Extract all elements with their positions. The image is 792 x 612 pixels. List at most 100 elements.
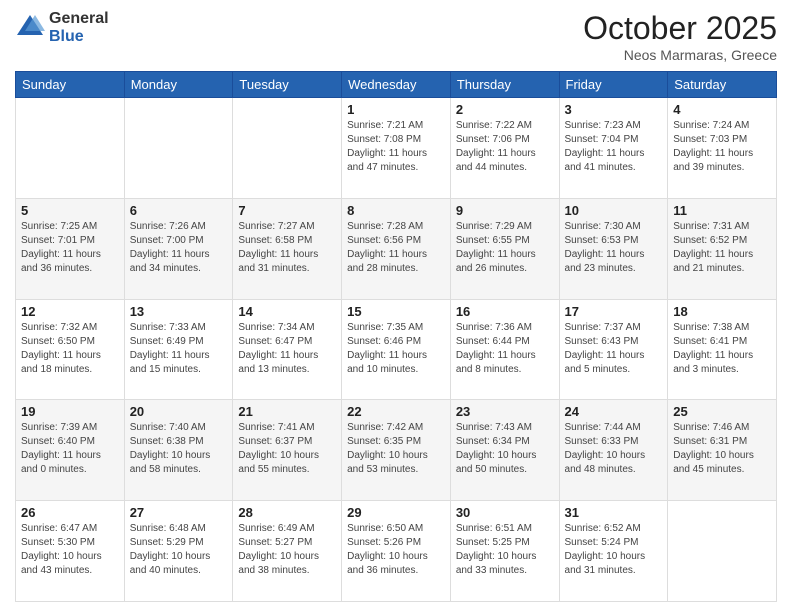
logo: General Blue — [15, 10, 109, 45]
title-area: October 2025 Neos Marmaras, Greece — [583, 10, 777, 63]
day-info: Sunrise: 7:41 AM Sunset: 6:37 PM Dayligh… — [238, 421, 336, 477]
calendar: Sunday Monday Tuesday Wednesday Thursday… — [15, 71, 777, 602]
day-number: 14 — [238, 304, 336, 319]
calendar-cell: 20Sunrise: 7:40 AM Sunset: 6:38 PM Dayli… — [124, 400, 233, 501]
day-info: Sunrise: 7:31 AM Sunset: 6:52 PM Dayligh… — [673, 220, 771, 276]
calendar-cell: 29 Sunrise: 6:50 AM Sunset: 5:26 PM Dayli… — [342, 501, 451, 602]
day-info: Sunrise: 7:39 AM Sunset: 6:40 PM Dayligh… — [21, 421, 119, 477]
calendar-cell: 4Sunrise: 7:24 AM Sunset: 7:03 PM Daylig… — [668, 98, 777, 199]
calendar-cell: 1 Sunrise: 7:21 AM Sunset: 7:08 PM Daylig… — [342, 98, 451, 199]
day-number: 5 — [21, 203, 119, 218]
calendar-cell: 19Sunrise: 7:39 AM Sunset: 6:40 PM Dayli… — [16, 400, 125, 501]
day-number: 2 — [456, 102, 554, 117]
calendar-cell: 18Sunrise: 7:38 AM Sunset: 6:41 PM Dayli… — [668, 299, 777, 400]
calendar-cell: 23 Sunrise: 7:43 AM Sunset: 6:34 PM Dayli… — [450, 400, 559, 501]
calendar-cell: 15 Sunrise: 7:35 AM Sunset: 6:46 PM Dayli… — [342, 299, 451, 400]
day-info: Sunrise: 7:44 AM Sunset: 6:33 PM Dayligh… — [565, 421, 663, 477]
day-info: Sunrise: 7:25 AM Sunset: 7:01 PM Dayligh… — [21, 220, 119, 276]
day-number: 1 — [347, 102, 445, 117]
calendar-cell: 10 Sunrise: 7:30 AM Sunset: 6:53 PM Dayli… — [559, 198, 668, 299]
day-number: 31 — [565, 505, 663, 520]
logo-blue: Blue — [49, 28, 109, 46]
calendar-cell: 13 Sunrise: 7:33 AM Sunset: 6:49 PM Dayli… — [124, 299, 233, 400]
day-number: 9 — [456, 203, 554, 218]
day-info: Sunrise: 6:52 AM Sunset: 5:24 PM Dayligh… — [565, 522, 663, 578]
calendar-cell — [668, 501, 777, 602]
day-number: 6 — [130, 203, 228, 218]
calendar-week-3: 12Sunrise: 7:32 AM Sunset: 6:50 PM Dayli… — [16, 299, 777, 400]
day-number: 24 — [565, 404, 663, 419]
day-number: 25 — [673, 404, 771, 419]
calendar-cell — [124, 98, 233, 199]
day-number: 29 — [347, 505, 445, 520]
col-friday: Friday — [559, 72, 668, 98]
calendar-cell — [16, 98, 125, 199]
location: Neos Marmaras, Greece — [583, 47, 777, 63]
day-number: 7 — [238, 203, 336, 218]
month-title: October 2025 — [583, 10, 777, 47]
calendar-cell: 5 Sunrise: 7:25 AM Sunset: 7:01 PM Daylig… — [16, 198, 125, 299]
day-number: 27 — [130, 505, 228, 520]
day-info: Sunrise: 7:21 AM Sunset: 7:08 PM Dayligh… — [347, 119, 445, 175]
day-number: 15 — [347, 304, 445, 319]
logo-icon — [15, 13, 45, 43]
calendar-cell — [233, 98, 342, 199]
calendar-cell: 8 Sunrise: 7:28 AM Sunset: 6:56 PM Daylig… — [342, 198, 451, 299]
day-number: 17 — [565, 304, 663, 319]
calendar-cell: 30Sunrise: 6:51 AM Sunset: 5:25 PM Dayli… — [450, 501, 559, 602]
calendar-cell: 28 Sunrise: 6:49 AM Sunset: 5:27 PM Dayli… — [233, 501, 342, 602]
calendar-cell: 27 Sunrise: 6:48 AM Sunset: 5:29 PM Dayli… — [124, 501, 233, 602]
day-info: Sunrise: 6:47 AM Sunset: 5:30 PM Dayligh… — [21, 522, 119, 578]
day-info: Sunrise: 7:33 AM Sunset: 6:49 PM Dayligh… — [130, 321, 228, 377]
page: General Blue October 2025 Neos Marmaras,… — [0, 0, 792, 612]
col-monday: Monday — [124, 72, 233, 98]
day-info: Sunrise: 7:27 AM Sunset: 6:58 PM Dayligh… — [238, 220, 336, 276]
day-info: Sunrise: 7:28 AM Sunset: 6:56 PM Dayligh… — [347, 220, 445, 276]
day-info: Sunrise: 7:34 AM Sunset: 6:47 PM Dayligh… — [238, 321, 336, 377]
calendar-cell: 6Sunrise: 7:26 AM Sunset: 7:00 PM Daylig… — [124, 198, 233, 299]
calendar-body: 1 Sunrise: 7:21 AM Sunset: 7:08 PM Daylig… — [16, 98, 777, 602]
calendar-cell: 21Sunrise: 7:41 AM Sunset: 6:37 PM Dayli… — [233, 400, 342, 501]
day-info: Sunrise: 7:30 AM Sunset: 6:53 PM Dayligh… — [565, 220, 663, 276]
day-number: 8 — [347, 203, 445, 218]
calendar-cell: 31 Sunrise: 6:52 AM Sunset: 5:24 PM Dayli… — [559, 501, 668, 602]
day-number: 28 — [238, 505, 336, 520]
day-number: 20 — [130, 404, 228, 419]
day-number: 10 — [565, 203, 663, 218]
day-info: Sunrise: 7:35 AM Sunset: 6:46 PM Dayligh… — [347, 321, 445, 377]
calendar-cell: 7 Sunrise: 7:27 AM Sunset: 6:58 PM Daylig… — [233, 198, 342, 299]
calendar-cell: 17 Sunrise: 7:37 AM Sunset: 6:43 PM Dayli… — [559, 299, 668, 400]
day-info: Sunrise: 7:29 AM Sunset: 6:55 PM Dayligh… — [456, 220, 554, 276]
calendar-cell: 25 Sunrise: 7:46 AM Sunset: 6:31 PM Dayli… — [668, 400, 777, 501]
day-number: 11 — [673, 203, 771, 218]
logo-general: General — [49, 10, 109, 28]
calendar-cell: 26 Sunrise: 6:47 AM Sunset: 5:30 PM Dayli… — [16, 501, 125, 602]
day-number: 13 — [130, 304, 228, 319]
col-wednesday: Wednesday — [342, 72, 451, 98]
day-info: Sunrise: 7:23 AM Sunset: 7:04 PM Dayligh… — [565, 119, 663, 175]
day-info: Sunrise: 7:46 AM Sunset: 6:31 PM Dayligh… — [673, 421, 771, 477]
day-info: Sunrise: 7:36 AM Sunset: 6:44 PM Dayligh… — [456, 321, 554, 377]
day-info: Sunrise: 7:43 AM Sunset: 6:34 PM Dayligh… — [456, 421, 554, 477]
day-number: 30 — [456, 505, 554, 520]
calendar-cell: 12Sunrise: 7:32 AM Sunset: 6:50 PM Dayli… — [16, 299, 125, 400]
col-sunday: Sunday — [16, 72, 125, 98]
calendar-week-4: 19Sunrise: 7:39 AM Sunset: 6:40 PM Dayli… — [16, 400, 777, 501]
calendar-week-2: 5 Sunrise: 7:25 AM Sunset: 7:01 PM Daylig… — [16, 198, 777, 299]
calendar-cell: 16Sunrise: 7:36 AM Sunset: 6:44 PM Dayli… — [450, 299, 559, 400]
day-number: 26 — [21, 505, 119, 520]
col-tuesday: Tuesday — [233, 72, 342, 98]
day-number: 12 — [21, 304, 119, 319]
header: General Blue October 2025 Neos Marmaras,… — [15, 10, 777, 63]
day-info: Sunrise: 6:49 AM Sunset: 5:27 PM Dayligh… — [238, 522, 336, 578]
day-info: Sunrise: 7:37 AM Sunset: 6:43 PM Dayligh… — [565, 321, 663, 377]
calendar-cell: 3Sunrise: 7:23 AM Sunset: 7:04 PM Daylig… — [559, 98, 668, 199]
day-info: Sunrise: 6:48 AM Sunset: 5:29 PM Dayligh… — [130, 522, 228, 578]
calendar-header-row: Sunday Monday Tuesday Wednesday Thursday… — [16, 72, 777, 98]
day-number: 4 — [673, 102, 771, 117]
day-number: 23 — [456, 404, 554, 419]
day-number: 18 — [673, 304, 771, 319]
col-thursday: Thursday — [450, 72, 559, 98]
col-saturday: Saturday — [668, 72, 777, 98]
day-info: Sunrise: 6:50 AM Sunset: 5:26 PM Dayligh… — [347, 522, 445, 578]
